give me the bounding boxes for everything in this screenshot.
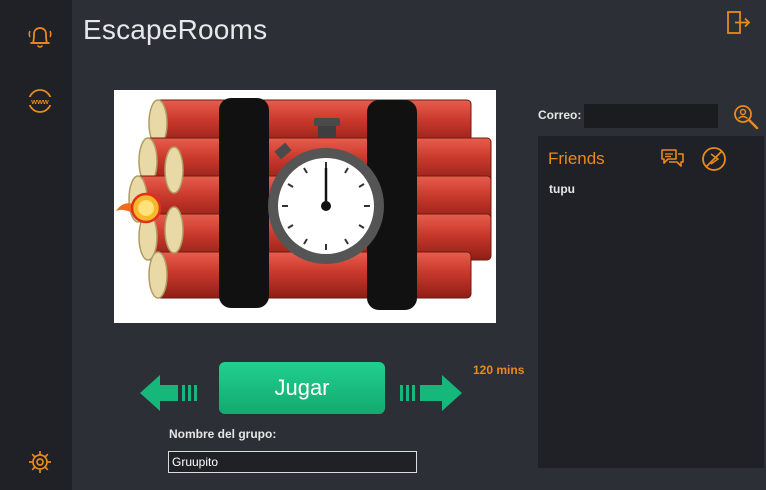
svg-text:www: www bbox=[30, 97, 49, 106]
friend-item[interactable]: tupu bbox=[549, 182, 575, 196]
cropped-text-fragment bbox=[158, 484, 268, 490]
room-image bbox=[114, 90, 496, 323]
settings-icon[interactable] bbox=[25, 447, 55, 477]
friends-title: Friends bbox=[548, 149, 605, 168]
search-user-icon[interactable] bbox=[733, 104, 759, 130]
email-label: Correo: bbox=[538, 108, 582, 122]
group-name-input[interactable] bbox=[168, 451, 417, 473]
arrow-right-icon[interactable] bbox=[400, 375, 462, 411]
group-name-label: Nombre del grupo: bbox=[169, 427, 277, 441]
email-input[interactable] bbox=[584, 104, 718, 128]
sidebar: www bbox=[0, 0, 72, 490]
block-icon[interactable] bbox=[701, 146, 727, 172]
arrow-left-icon[interactable] bbox=[140, 375, 202, 411]
bell-icon[interactable] bbox=[25, 22, 55, 52]
exit-icon[interactable] bbox=[726, 10, 752, 36]
chat-icon[interactable] bbox=[659, 146, 685, 172]
www-icon[interactable]: www bbox=[25, 86, 55, 116]
app-title: EscapeRooms bbox=[83, 14, 268, 45]
play-button[interactable]: Jugar bbox=[219, 362, 385, 414]
duration-label: 120 mins bbox=[473, 363, 525, 377]
friends-panel: Friends tupu bbox=[538, 136, 764, 468]
